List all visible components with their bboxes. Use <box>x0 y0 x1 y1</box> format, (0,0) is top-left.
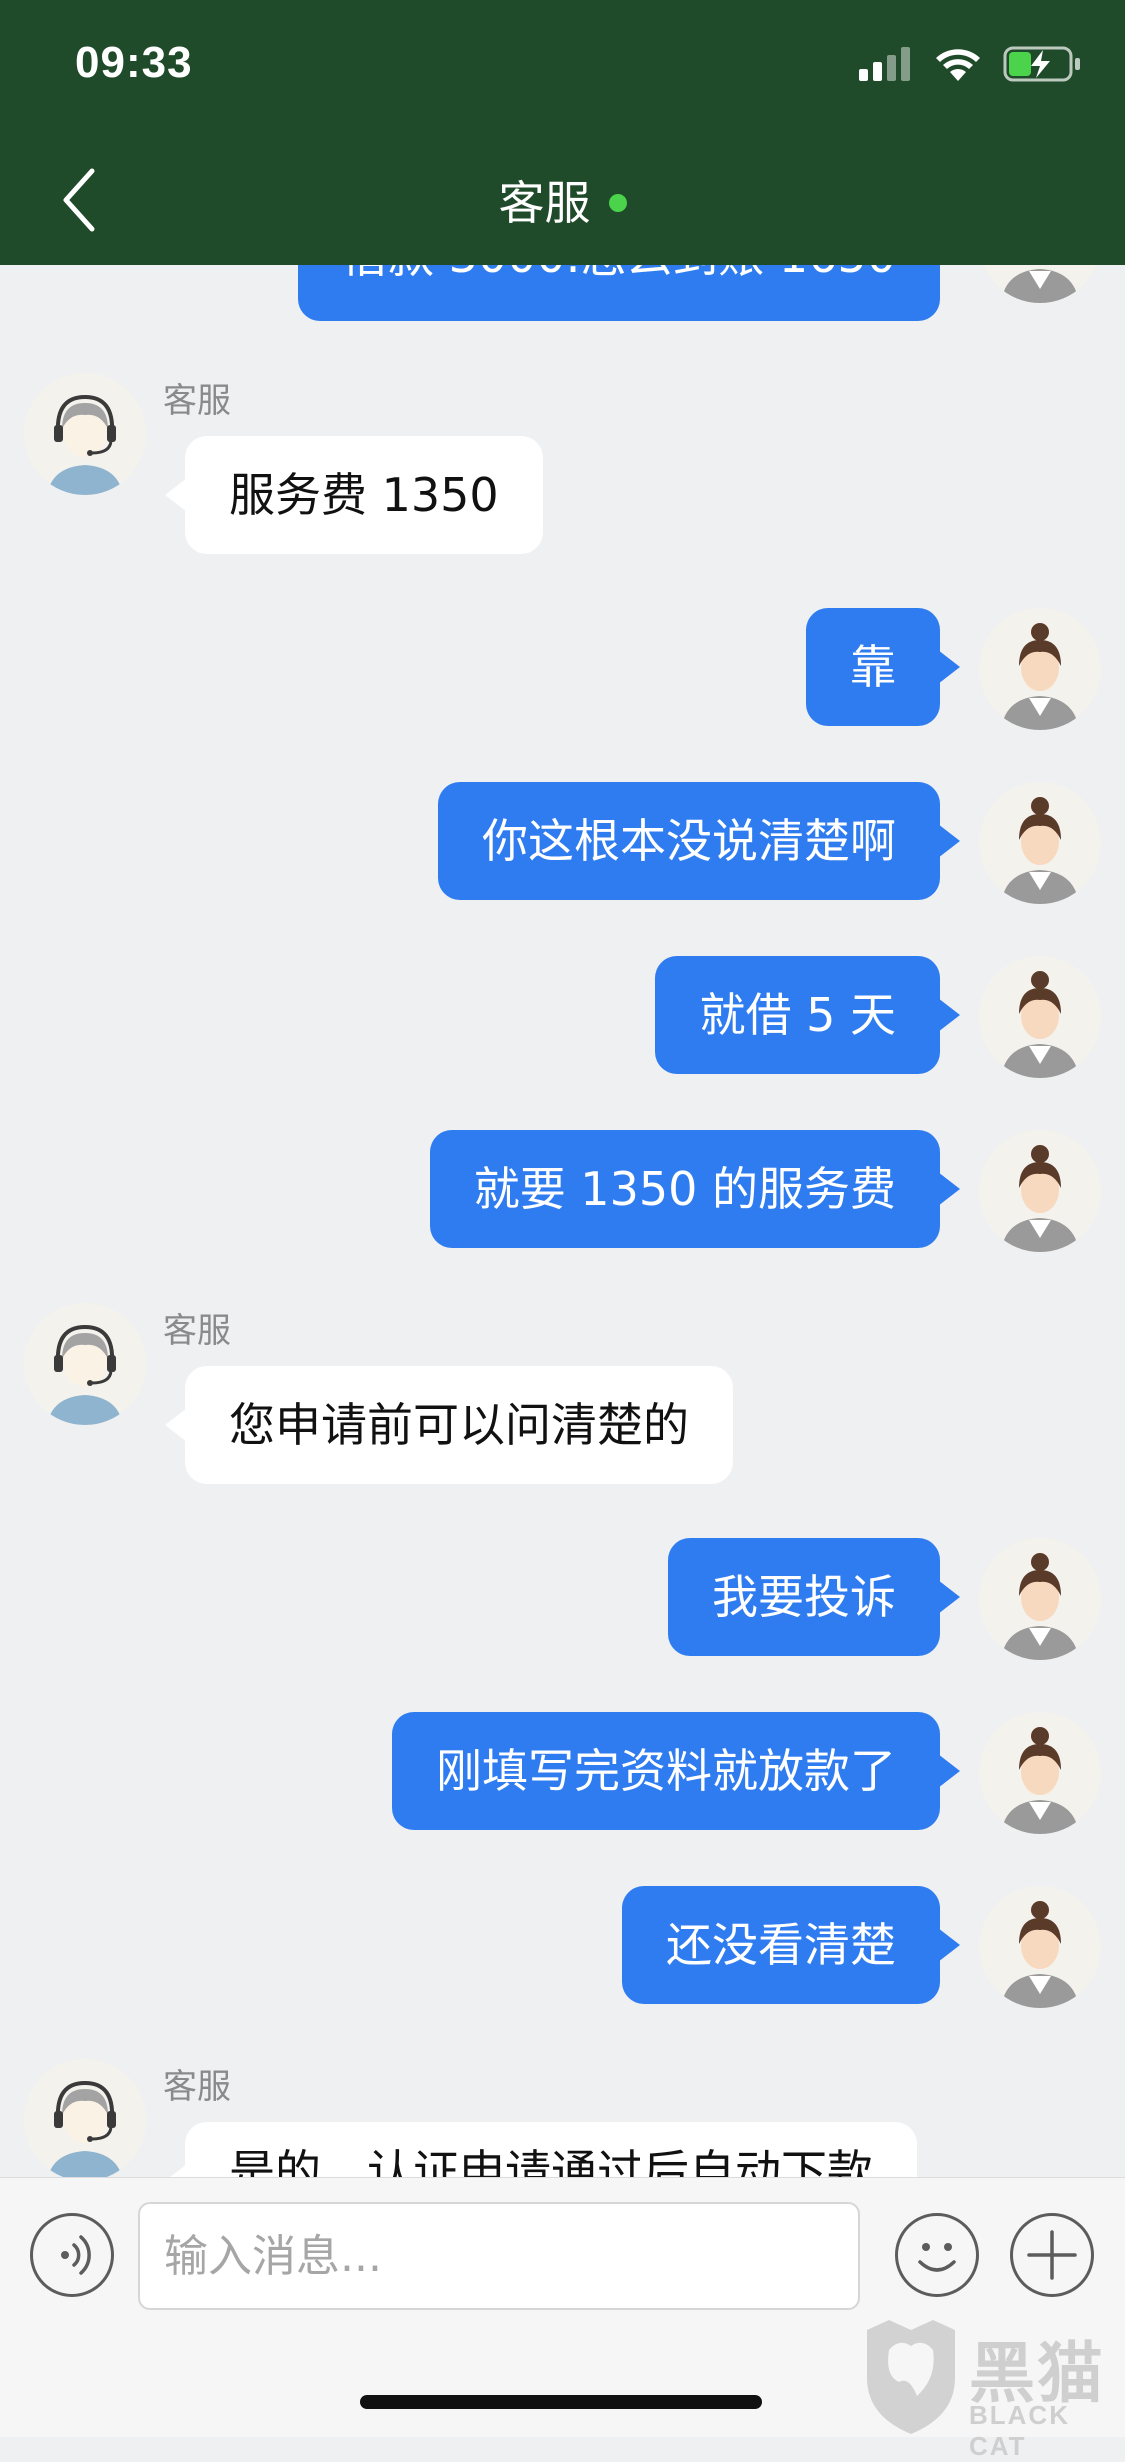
chat-area[interactable]: 借款 3000.怎么到账 1650 客服 服务费 1350 靠 <box>0 265 1125 2177</box>
cat-shield-logo-icon <box>867 2320 955 2434</box>
black-cat-watermark: 黑猫 BLACK CAT <box>857 2316 1125 2461</box>
plus-icon <box>1027 2230 1077 2280</box>
user-avatar <box>979 265 1101 303</box>
user-avatar-icon <box>979 608 1101 730</box>
message-bubble-outgoing: 就要 1350 的服务费 <box>429 1130 961 1248</box>
message-bubble-outgoing: 你这根本没说清楚啊 <box>438 782 960 900</box>
battery-icon <box>1003 46 1080 82</box>
watermark-subtext: BLACK CAT <box>969 2400 1070 2461</box>
user-avatar <box>979 1712 1101 1834</box>
agent-headset-avatar-icon <box>24 1303 146 1425</box>
agent-name: 客服 <box>163 2067 231 2107</box>
user-avatar <box>979 1886 1101 2008</box>
user-avatar-icon <box>979 782 1101 904</box>
user-avatar-icon <box>983 265 1097 303</box>
message-bubble-outgoing: 还没看清楚 <box>622 1886 960 2004</box>
message-bubble-incoming: 您申请前可以问清楚的 <box>165 1366 733 1484</box>
message-bubble-outgoing: 就借 5 天 <box>655 956 960 1074</box>
user-avatar <box>979 782 1101 904</box>
message-bubble-incoming: 服务费 1350 <box>165 436 543 554</box>
agent-avatar <box>24 2059 146 2177</box>
user-avatar-icon <box>979 1130 1101 1252</box>
agent-avatar <box>24 1303 146 1425</box>
agent-headset-avatar-icon <box>24 373 146 495</box>
user-avatar <box>979 608 1101 730</box>
agent-name: 客服 <box>163 381 231 421</box>
message-bubble-outgoing: 靠 <box>806 608 960 726</box>
signal-icon <box>859 47 910 81</box>
message-bubble-outgoing: 我要投诉 <box>668 1538 960 1656</box>
emoji-button[interactable] <box>895 2213 979 2297</box>
user-avatar-icon <box>979 956 1101 1078</box>
smiley-face-icon <box>918 2243 956 2272</box>
status-time: 09:33 <box>75 38 193 87</box>
user-avatar <box>979 1130 1101 1252</box>
status-bar: 09:33 <box>0 0 1125 125</box>
agent-avatar <box>24 373 146 495</box>
message-bubble-incoming: 是的，认证申请通过后自动下款 <box>165 2122 917 2177</box>
voice-button[interactable] <box>30 2213 114 2297</box>
message-input[interactable] <box>138 2202 860 2310</box>
wifi-icon <box>936 49 980 81</box>
user-avatar-icon <box>979 1712 1101 1834</box>
user-avatar <box>979 956 1101 1078</box>
page-title: 客服 <box>498 176 591 230</box>
user-avatar-icon <box>979 1538 1101 1660</box>
voice-wave-icon <box>61 2235 91 2275</box>
nav-bar: 客服 <box>0 125 1125 265</box>
agent-headset-avatar-icon <box>24 2059 146 2177</box>
online-status-dot <box>608 193 627 212</box>
add-attachment-button[interactable] <box>1010 2213 1094 2297</box>
message-bubble-outgoing: 借款 3000.怎么到账 1650 <box>298 265 940 321</box>
status-icons <box>859 46 1081 82</box>
message-bubble-outgoing: 刚填写完资料就放款了 <box>392 1712 960 1830</box>
nav-title-wrap: 客服 <box>0 167 1125 233</box>
user-avatar <box>979 1538 1101 1660</box>
user-avatar-icon <box>979 1886 1101 2008</box>
agent-name: 客服 <box>163 1311 231 1351</box>
home-indicator <box>360 2395 762 2409</box>
